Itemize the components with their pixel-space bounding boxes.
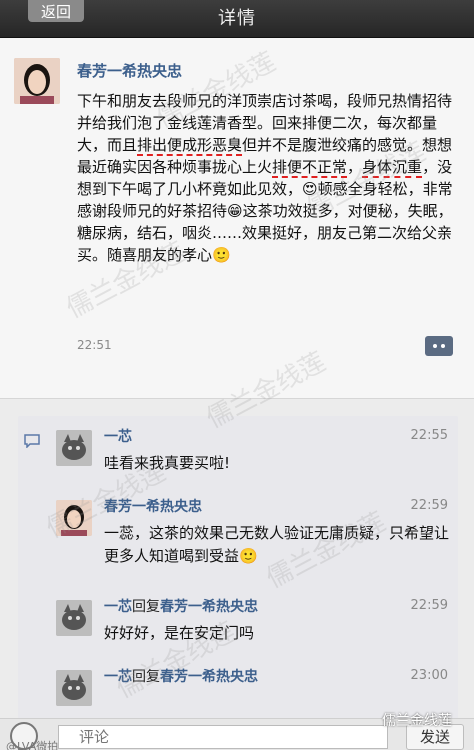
post-text: 下午和朋友去段师兄的洋顶崇店讨茶喝，段师兄热情招待并给我们泡了金线莲清香型。回来… [77, 90, 457, 266]
reply-target-name: 春芳一希热央忠 [160, 599, 258, 615]
comment-text: 哇看来我真要买啦! [104, 454, 231, 472]
cat-avatar-icon [56, 430, 92, 466]
commenter-avatar[interactable] [56, 670, 92, 706]
cat-avatar-icon [56, 600, 92, 636]
comment-author[interactable]: 一芯 [104, 426, 132, 446]
comment-time: 22:59 [410, 598, 448, 613]
comment-author[interactable]: 春芳一希热央忠 [104, 496, 202, 516]
title-bar: 返回 详情 [0, 0, 474, 38]
comment-time: 23:00 [410, 668, 448, 683]
avatar-photo-icon [14, 58, 60, 104]
comment-input[interactable] [58, 725, 388, 749]
comment-list: 一芯 22:55 哇看来我真要买啦! 春芳一希热央忠 22:59 一蕊，这茶的效… [18, 416, 458, 718]
comment-text: 好好好，是在安定门吗 [104, 624, 255, 642]
moment-post: 春芳一希热央忠 下午和朋友去段师兄的洋顶崇店讨茶喝，段师兄热情招待并给我们泡了金… [0, 38, 474, 398]
commenter-avatar[interactable] [56, 430, 92, 466]
post-timestamp: 22:51 [77, 338, 112, 352]
highlight-underline: 身体沉重 [362, 158, 423, 176]
comment-time: 22:59 [410, 498, 448, 513]
comment-author-name: 一芯 [104, 599, 132, 615]
comment-author[interactable]: 一芯回复春芳一希热央忠 [104, 666, 258, 686]
page-title: 详情 [218, 8, 256, 29]
avatar-photo-icon [56, 500, 92, 536]
comment-time: 22:55 [410, 428, 448, 443]
comment-text: 一蕊，这茶的效果己无数人验证无庸质疑，只希望让更多人知道喝到受益🙂 [104, 524, 450, 565]
section-divider [0, 398, 474, 399]
reply-word: 回复 [132, 669, 160, 685]
dot-icon [433, 344, 437, 348]
comment-author-name: 一芯 [104, 669, 132, 685]
brand-watermark: 儒兰金线莲 [382, 713, 452, 729]
comment-author[interactable]: 一芯回复春芳一希热央忠 [104, 596, 258, 616]
commenter-avatar[interactable] [56, 600, 92, 636]
comment-author-name: 一芯 [104, 429, 132, 445]
dot-icon [441, 344, 445, 348]
cat-avatar-icon [56, 670, 92, 706]
detail-content: 春芳一希热央忠 下午和朋友去段师兄的洋顶崇店讨茶喝，段师兄热情招待并给我们泡了金… [0, 38, 474, 718]
reply-word: 回复 [132, 599, 160, 615]
highlight-underline: 排便不正常 [272, 158, 348, 176]
comment-author-name: 春芳一希热央忠 [104, 499, 202, 515]
speech-bubble-icon [24, 434, 40, 448]
post-text-part: ， [347, 158, 363, 176]
reply-target-name: 春芳一希热央忠 [160, 669, 258, 685]
author-name[interactable]: 春芳一希热央忠 [77, 60, 182, 81]
corner-watermark: @LVA微拍 [6, 740, 59, 750]
commenter-avatar[interactable] [56, 500, 92, 536]
highlight-underline: 排出便成形恶臭 [137, 136, 243, 154]
author-avatar[interactable] [14, 58, 60, 104]
comment-action-button[interactable] [425, 336, 453, 356]
